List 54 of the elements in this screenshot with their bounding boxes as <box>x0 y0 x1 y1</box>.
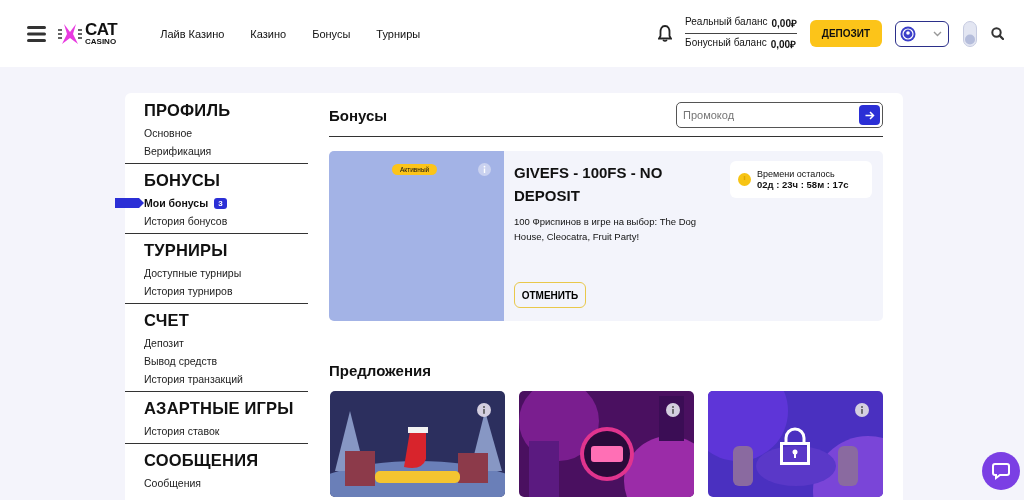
deposit-button[interactable]: ДЕПОЗИТ <box>810 20 882 47</box>
sidebar-item[interactable]: История ставок <box>144 425 220 437</box>
nav-link[interactable]: Бонусы <box>312 27 351 40</box>
section-heading: АЗАРТНЫЕ ИГРЫ <box>144 399 295 418</box>
nav-link[interactable]: Турниры <box>376 27 421 40</box>
bonus-title: GIVEFS - 100FS - NO DEPOSIT <box>514 163 664 206</box>
chevron-down-icon <box>933 30 942 37</box>
lock-icon <box>780 427 810 465</box>
theme-toggle-icon[interactable] <box>963 20 977 47</box>
logo-text[interactable]: CAT <box>85 21 118 38</box>
info-icon[interactable] <box>477 403 491 417</box>
nav-link[interactable]: Казино <box>250 27 287 40</box>
sidebar-item[interactable]: История бонусов <box>144 215 228 227</box>
sidebar-item[interactable]: Сообщения <box>144 477 201 489</box>
info-icon[interactable] <box>666 403 680 417</box>
cancel-button[interactable]: ОТМЕНИТЬ <box>514 282 586 308</box>
balance-label: Бонусный баланс <box>685 37 767 50</box>
section-heading: СООБЩЕНИЯ <box>144 451 260 470</box>
language-select[interactable] <box>895 20 949 47</box>
bonus-description: 100 Фриспинов в игре на выбор: The Dog House, Cleocatra, Fruit Party! <box>514 215 698 244</box>
timer-value: 02д : 23ч : 58м : 17с <box>757 179 849 190</box>
balance-amount: 0,00₽ <box>770 38 797 51</box>
page-heading: Бонусы <box>329 106 388 124</box>
search-icon[interactable] <box>991 27 1004 40</box>
sidebar-item[interactable]: История транзакций <box>144 373 243 385</box>
sidebar-item[interactable]: Верификация <box>144 145 212 157</box>
sidebar-item[interactable]: Депозит <box>144 337 184 349</box>
menu-icon[interactable] <box>27 25 46 42</box>
section-heading: БОНУСЫ <box>144 171 222 190</box>
section-heading: Предложения <box>329 362 432 379</box>
timer-label: Времени осталось <box>757 169 836 179</box>
balance-amount: 0,00₽ <box>771 17 797 30</box>
submit-button[interactable] <box>859 105 880 125</box>
section-heading: СЧЕТ <box>144 311 190 330</box>
nav-link[interactable]: Лайв Казино <box>160 27 225 40</box>
sidebar-item[interactable]: Мои бонусы <box>144 197 209 209</box>
promo-code-field[interactable]: Промокод <box>676 102 883 128</box>
chat-icon <box>992 462 1010 480</box>
sidebar-item[interactable]: Вывод средств <box>144 355 218 367</box>
sidebar-item[interactable]: Доступные турниры <box>144 267 242 279</box>
info-icon[interactable] <box>855 403 869 417</box>
balance-label: Реальный баланс <box>685 16 768 29</box>
chat-button[interactable] <box>982 452 1020 490</box>
section-heading: ПРОФИЛЬ <box>144 101 232 120</box>
bell-icon[interactable] <box>658 25 673 42</box>
clock-icon <box>738 173 751 186</box>
globe-icon <box>900 25 916 42</box>
sidebar-item[interactable]: Основное <box>144 127 193 139</box>
logo-subtext[interactable]: CASINO <box>85 38 118 46</box>
section-heading: ТУРНИРЫ <box>144 241 229 260</box>
arrow-right-icon <box>864 110 875 120</box>
count-badge: 3 <box>214 197 227 209</box>
pointer-arrow-icon <box>115 198 144 208</box>
sidebar-item[interactable]: История турниров <box>144 285 233 297</box>
